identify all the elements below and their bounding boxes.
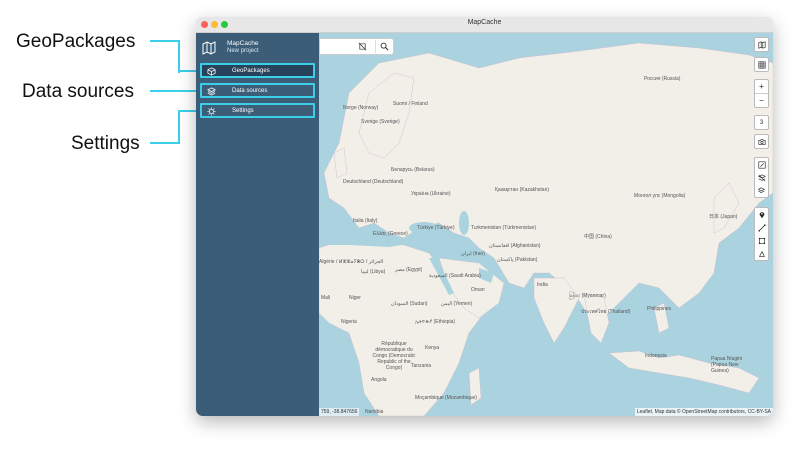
map-label: Nigeria [341, 319, 357, 325]
search-icon [380, 42, 389, 51]
map-label: Deutschland (Deutschland) [343, 179, 404, 185]
zoom-level-indicator: 3 [754, 115, 769, 130]
map-label: Suomi / Finland [393, 101, 428, 107]
map-label: Россия (Russia) [644, 76, 681, 82]
map-search-box[interactable] [319, 38, 394, 55]
map-label: Беларусь (Belarus) [391, 167, 435, 173]
hide-layers-icon[interactable] [755, 171, 768, 184]
map-label: Türkiye (Türkiye) [417, 225, 455, 231]
map-label: ایران (Iran) [461, 251, 485, 257]
map-label: پاکستان (Pakistan) [497, 257, 538, 263]
map-label: Namibia [365, 409, 384, 415]
zoom-in-button[interactable]: + [755, 80, 768, 94]
callout-settings: Settings [71, 133, 140, 154]
search-button[interactable] [375, 40, 393, 53]
map-label: Moçambique (Mozambique) [415, 395, 477, 401]
sidebar-item-data-sources[interactable]: Data sources [200, 83, 315, 98]
map-label: Tanzania [411, 363, 432, 369]
map-label: Angola [371, 377, 387, 383]
map-label: Papua Niugini (Papua New Guinea) [711, 356, 743, 374]
map-label: Sverige (Sverige) [361, 119, 400, 125]
map-label: Монгол улс (Mongolia) [634, 193, 686, 199]
map-label: India [537, 282, 548, 288]
marker-icon[interactable] [755, 208, 768, 221]
leader-line-geopackages-tail [178, 70, 198, 72]
map-label: Niger [349, 295, 361, 301]
zoom-control: + − [754, 79, 769, 108]
map-label: Indonesia [645, 353, 667, 359]
cursor-coordinates: 759, -38.847656 [319, 408, 360, 416]
fit-bounds-icon[interactable] [755, 158, 768, 171]
sidebar: MapCache New project GeoPackages Data so… [196, 33, 319, 416]
map-grid-control[interactable] [754, 57, 769, 72]
zoom-out-button[interactable]: − [755, 94, 768, 107]
map-label: Algérie / ⵍⵣⵣⴰⵢⴻⵔ / الجزائر [319, 259, 384, 265]
rectangle-icon[interactable] [755, 234, 768, 247]
callout-data-sources: Data sources [22, 81, 134, 102]
leader-line-settings [150, 110, 180, 144]
leader-line-data-sources [150, 90, 198, 92]
grid-icon[interactable] [755, 58, 768, 71]
leader-line-settings-tail [178, 110, 198, 112]
map-label: Kenya [425, 345, 440, 351]
mapcache-logo-icon [202, 41, 216, 55]
map-label: Norge (Norway) [343, 105, 379, 111]
map-label: မြန်မာ (Myanmar) [569, 293, 606, 299]
app-name: MapCache [227, 40, 259, 47]
map-label: السعودية (Saudi Arabia) [429, 273, 481, 279]
camera-icon[interactable] [755, 135, 768, 148]
map-label: Philippines [647, 306, 672, 312]
sidebar-item-label: GeoPackages [232, 68, 270, 74]
layers-count-icon[interactable] [755, 184, 768, 197]
app-window: MapCache MapCache New project GeoPackage… [196, 17, 773, 416]
sidebar-item-geopackages[interactable]: GeoPackages [200, 63, 315, 78]
map-attribution: Leaflet, Map data © OpenStreetMap contri… [634, 408, 773, 416]
map-label: Қазақстан (Kazakhstan) [495, 187, 550, 193]
no-location-icon[interactable] [358, 42, 367, 51]
map-label: افغانستان (Afghanistan) [489, 243, 541, 249]
callout-geopackages: GeoPackages [16, 31, 136, 52]
polygon-icon[interactable] [755, 247, 768, 260]
map-layer-tools [754, 157, 769, 198]
sidebar-item-label: Data sources [232, 88, 268, 94]
map-label: Italia (Italy) [353, 218, 378, 224]
gear-icon [207, 107, 216, 116]
layers-icon [207, 87, 216, 96]
map-label: Mali [321, 295, 331, 301]
title-bar: MapCache [196, 17, 773, 33]
map-basemap-control[interactable] [754, 37, 769, 52]
map-screenshot-control[interactable] [754, 134, 769, 149]
map-view[interactable]: Россия (Russia) Norge (Norway) Suomi / F… [319, 33, 773, 416]
map-label: السودان (Sudan) [391, 301, 428, 307]
map-label: 中国 (China) [584, 234, 612, 240]
leader-line-geopackages [150, 40, 180, 73]
package-icon [207, 67, 216, 76]
project-name: New project [227, 48, 259, 54]
map-label: Oman [471, 287, 485, 293]
sidebar-item-label: Settings [232, 108, 254, 114]
sidebar-item-settings[interactable]: Settings [200, 103, 315, 118]
map-label: Україна (Ukraine) [411, 191, 451, 197]
map-icon[interactable] [755, 38, 768, 51]
map-label: Ελλάς (Greece) [373, 231, 408, 237]
polyline-icon[interactable] [755, 221, 768, 234]
map-label: اليمن (Yemen) [441, 301, 473, 307]
map-label: ليبيا (Libya) [361, 269, 386, 275]
map-label: Turkmenistan (Türkmenistan) [471, 225, 537, 231]
map-label: ኢትዮጵያ (Ethiopia) [415, 319, 456, 325]
map-label: 日本 (Japan) [709, 214, 738, 220]
map-label: ประเทศไทย (Thailand) [581, 309, 631, 315]
map-draw-tools [754, 207, 769, 261]
window-title: MapCache [467, 19, 502, 26]
map-label: مصر (Egypt) [395, 267, 423, 273]
